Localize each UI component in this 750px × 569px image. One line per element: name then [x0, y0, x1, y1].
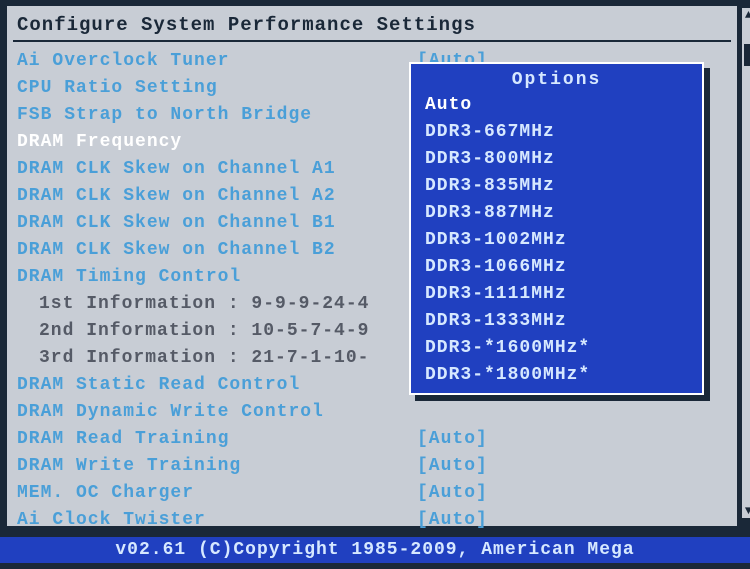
option-item[interactable]: DDR3-1333MHz: [415, 308, 698, 335]
options-title: Options: [415, 66, 698, 92]
option-item[interactable]: DDR3-*1600MHz*: [415, 335, 698, 362]
scroll-thumb[interactable]: [744, 44, 750, 66]
bios-window: Configure System Performance Settings Ai…: [7, 6, 737, 526]
setting-value: [Auto]: [417, 480, 488, 507]
option-item[interactable]: DDR3-835MHz: [415, 173, 698, 200]
setting-label: FSB Strap to North Bridge: [17, 102, 417, 129]
options-popup[interactable]: Options AutoDDR3-667MHzDDR3-800MHzDDR3-8…: [409, 62, 704, 395]
setting-label: DRAM Write Training: [17, 453, 417, 480]
bios-footer: v02.61 (C)Copyright 1985-2009, American …: [0, 537, 750, 563]
setting-label: 3rd Information : 21-7-1-10-: [17, 345, 417, 372]
setting-value: [Auto]: [417, 507, 488, 534]
setting-label: Ai Clock Twister: [17, 507, 417, 534]
setting-label: DRAM Frequency: [17, 129, 417, 156]
setting-label: DRAM CLK Skew on Channel A1: [17, 156, 417, 183]
option-item[interactable]: DDR3-1066MHz: [415, 254, 698, 281]
settings-row[interactable]: MEM. OC Charger[Auto]: [17, 480, 727, 507]
setting-value: [Auto]: [417, 426, 488, 453]
option-item[interactable]: Auto: [415, 92, 698, 119]
setting-label: 2nd Information : 10-5-7-4-9: [17, 318, 417, 345]
setting-value: [Auto]: [417, 453, 488, 480]
setting-label: Ai Overclock Tuner: [17, 48, 417, 75]
setting-label: DRAM CLK Skew on Channel A2: [17, 183, 417, 210]
scroll-up-icon[interactable]: ▲: [744, 10, 750, 20]
setting-label: CPU Ratio Setting: [17, 75, 417, 102]
option-item[interactable]: DDR3-1111MHz: [415, 281, 698, 308]
option-item[interactable]: DDR3-*1800MHz*: [415, 362, 698, 389]
settings-row[interactable]: DRAM Dynamic Write Control: [17, 399, 727, 426]
setting-label: DRAM CLK Skew on Channel B1: [17, 210, 417, 237]
settings-panel: Ai Overclock Tuner [Auto] CPU Ratio Settin…: [9, 42, 735, 540]
option-item[interactable]: DDR3-667MHz: [415, 119, 698, 146]
setting-label: DRAM CLK Skew on Channel B2: [17, 237, 417, 264]
settings-row[interactable]: DRAM Read Training[Auto]: [17, 426, 727, 453]
setting-label: 1st Information : 9-9-9-24-4: [17, 291, 417, 318]
setting-label: MEM. OC Charger: [17, 480, 417, 507]
option-item[interactable]: DDR3-800MHz: [415, 146, 698, 173]
settings-row[interactable]: Ai Clock Twister[Auto]: [17, 507, 727, 534]
setting-label: DRAM Dynamic Write Control: [17, 399, 417, 426]
option-item[interactable]: DDR3-1002MHz: [415, 227, 698, 254]
setting-label: DRAM Timing Control: [17, 264, 417, 291]
setting-label: DRAM Read Training: [17, 426, 417, 453]
page-title: Configure System Performance Settings: [9, 8, 735, 40]
setting-label: DRAM Static Read Control: [17, 372, 417, 399]
scrollbar[interactable]: ▲ ▼: [740, 8, 750, 518]
option-item[interactable]: DDR3-887MHz: [415, 200, 698, 227]
settings-row[interactable]: DRAM Write Training[Auto]: [17, 453, 727, 480]
scroll-down-icon[interactable]: ▼: [744, 506, 750, 516]
